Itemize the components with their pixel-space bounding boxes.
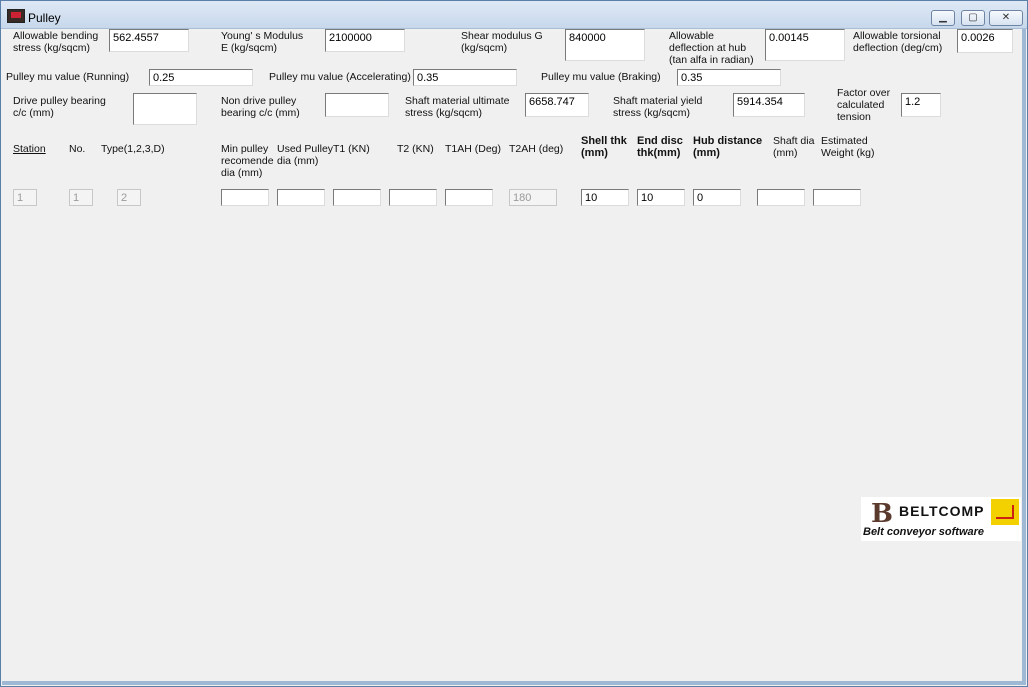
logo-tagline: Belt conveyor software bbox=[863, 526, 985, 538]
deflection-hub-input[interactable]: 0.00145 bbox=[765, 29, 845, 61]
torsional-deflection-label: Allowable torsional deflection (deg/cm) bbox=[853, 30, 943, 54]
header-station: Station bbox=[13, 143, 46, 155]
header-estimated-weight: Estimated Weight (kg) bbox=[821, 135, 875, 159]
maximize-button[interactable]: ▢ bbox=[961, 10, 985, 26]
row-t1-input[interactable] bbox=[333, 189, 381, 206]
row-used-dia-input[interactable] bbox=[277, 189, 325, 206]
youngs-modulus-label: Young' s Modulus E (kg/sqcm) bbox=[221, 30, 304, 54]
beltcomp-logo: B BELTCOMP Belt conveyor software bbox=[861, 497, 1021, 541]
row-shaft-dia-input[interactable] bbox=[757, 189, 805, 206]
row-no-input[interactable]: 1 bbox=[69, 189, 93, 206]
torsional-deflection-input[interactable]: 0.0026 bbox=[957, 29, 1013, 53]
yield-stress-label: Shaft material yield stress (kg/sqcm) bbox=[613, 95, 703, 119]
mu-accelerating-input[interactable]: 0.35 bbox=[413, 69, 517, 86]
close-button[interactable]: ✕ bbox=[989, 10, 1023, 26]
header-hub-distance: Hub distance (mm) bbox=[693, 135, 763, 159]
row-end-disc-input[interactable]: 10 bbox=[637, 189, 685, 206]
nondrive-bearing-label: Non drive pulley bearing c/c (mm) bbox=[221, 95, 300, 119]
drive-bearing-label: Drive pulley bearing c/c (mm) bbox=[13, 95, 106, 119]
header-no: No. bbox=[69, 143, 86, 155]
youngs-modulus-input[interactable]: 2100000 bbox=[325, 29, 405, 52]
window-title: Pulley bbox=[28, 11, 61, 25]
row-type-input[interactable]: 2 bbox=[117, 189, 141, 206]
row-hub-distance-input[interactable]: 0 bbox=[693, 189, 741, 206]
header-shaft-dia: Shaft dia (mm) bbox=[773, 135, 815, 159]
row-t2ah-input[interactable]: 180 bbox=[509, 189, 557, 206]
header-shell-thk: Shell thk (mm) bbox=[581, 135, 627, 159]
row-t2-input[interactable] bbox=[389, 189, 437, 206]
row-shell-thk-input[interactable]: 10 bbox=[581, 189, 629, 206]
header-end-disc-thk: End disc thk(mm) bbox=[637, 135, 683, 159]
yield-stress-input[interactable]: 5914.354 bbox=[733, 93, 805, 117]
logo-flag-icon bbox=[991, 499, 1019, 525]
drive-bearing-input[interactable] bbox=[133, 93, 197, 125]
mu-braking-label: Pulley mu value (Braking) bbox=[541, 71, 661, 83]
row-weight-input[interactable] bbox=[813, 189, 861, 206]
minimize-button[interactable]: ▁ bbox=[931, 10, 955, 26]
header-min-pulley-dia: Min pulley recomende dia (mm) bbox=[221, 143, 274, 179]
mu-braking-input[interactable]: 0.35 bbox=[677, 69, 781, 86]
factor-tension-input[interactable]: 1.2 bbox=[901, 93, 941, 117]
logo-name: BELTCOMP bbox=[899, 503, 985, 519]
header-t1ah: T1AH (Deg) bbox=[445, 143, 502, 155]
title-bar[interactable]: Pulley ▁ ▢ ✕ bbox=[1, 1, 1027, 29]
form-area: Allowable bending stress (kg/sqcm) 562.45… bbox=[2, 29, 1026, 685]
ultimate-stress-input[interactable]: 6658.747 bbox=[525, 93, 589, 117]
row-min-dia-input[interactable] bbox=[221, 189, 269, 206]
bending-stress-input[interactable]: 562.4557 bbox=[109, 29, 189, 52]
mu-running-input[interactable]: 0.25 bbox=[149, 69, 253, 86]
factor-tension-label: Factor over calculated tension bbox=[837, 87, 891, 123]
nondrive-bearing-input[interactable] bbox=[325, 93, 389, 117]
row-t1ah-input[interactable] bbox=[445, 189, 493, 206]
mu-accelerating-label: Pulley mu value (Accelerating) bbox=[269, 71, 411, 83]
row-station-input[interactable]: 1 bbox=[13, 189, 37, 206]
bending-stress-label: Allowable bending stress (kg/sqcm) bbox=[13, 30, 99, 54]
ultimate-stress-label: Shaft material ultimate stress (kg/sqcm) bbox=[405, 95, 510, 119]
header-t2ah: T2AH (deg) bbox=[509, 143, 564, 155]
pulley-window: Pulley ▁ ▢ ✕ Allowable bending stress (kg… bbox=[0, 0, 1028, 687]
header-used-pulley-dia: Used Pulley dia (mm) bbox=[277, 143, 334, 167]
logo-b-mark: B bbox=[871, 499, 893, 529]
header-t1: T1 (KN) bbox=[333, 143, 370, 155]
header-t2: T2 (KN) bbox=[397, 143, 434, 155]
shear-modulus-label: Shear modulus G (kg/sqcm) bbox=[461, 30, 543, 54]
mu-running-label: Pulley mu value (Running) bbox=[6, 71, 130, 83]
header-type: Type(1,2,3,D) bbox=[101, 143, 165, 155]
deflection-hub-label: Allowable deflection at hub (tan alfa in r… bbox=[669, 30, 754, 66]
app-icon bbox=[7, 9, 25, 23]
shear-modulus-input[interactable]: 840000 bbox=[565, 29, 645, 61]
